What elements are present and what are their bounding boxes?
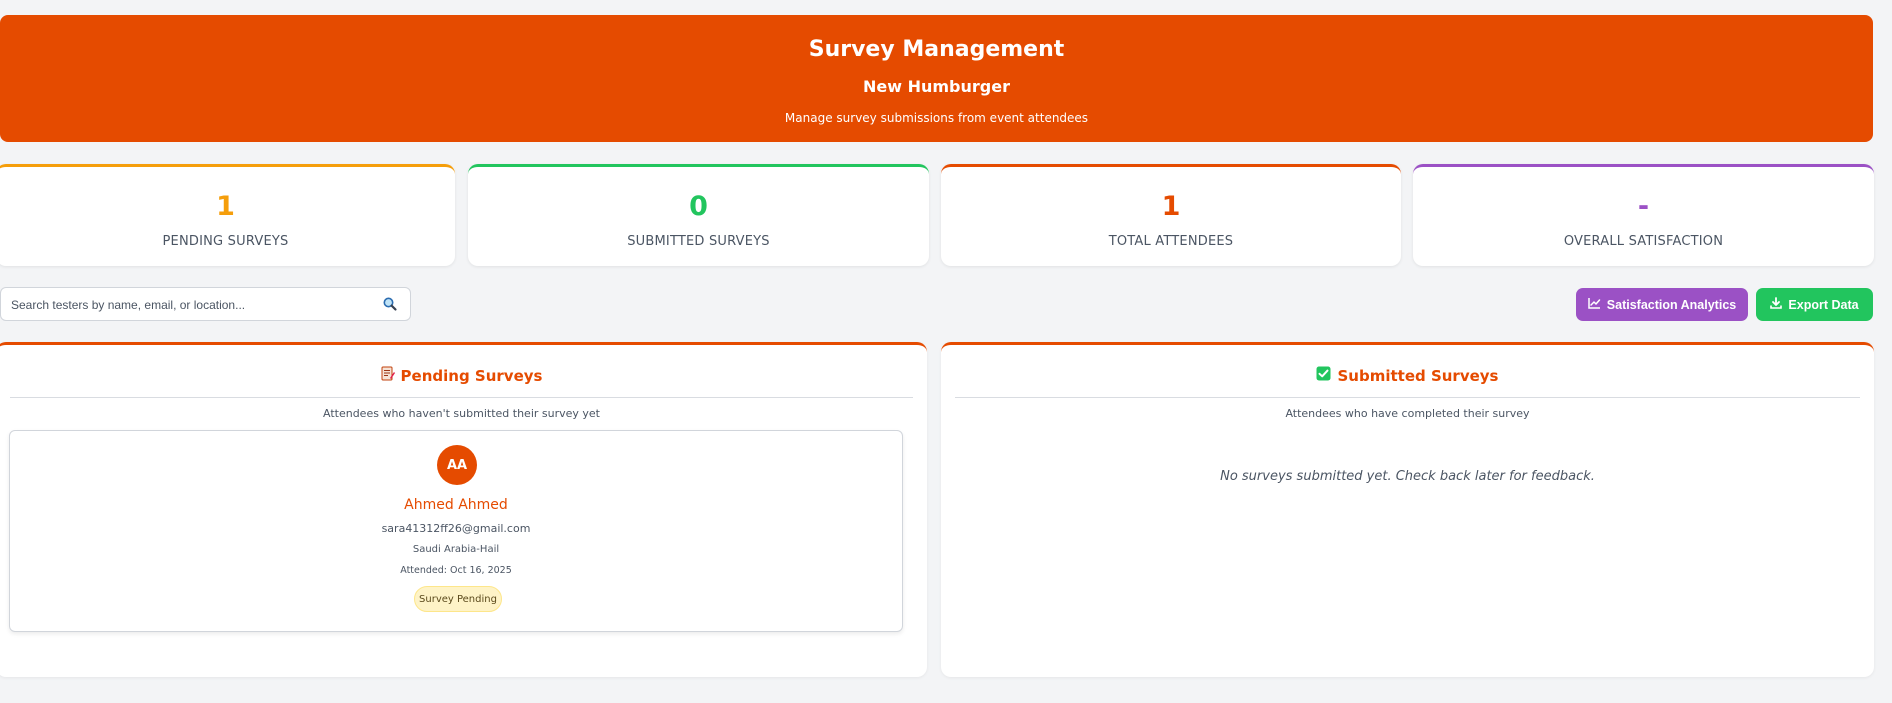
stat-label: PENDING SURVEYS: [162, 234, 289, 249]
satisfaction-analytics-button[interactable]: Satisfaction Analytics: [1576, 288, 1748, 321]
submitted-surveys-panel: Submitted Surveys Attendees who have com…: [941, 342, 1874, 677]
empty-state-message: No surveys submitted yet. Check back lat…: [1220, 469, 1595, 484]
stat-card-satisfaction: - OVERALL SATISFACTION: [1413, 164, 1874, 266]
attendee-card[interactable]: AA Ahmed Ahmed sara41312ff26@gmail.com S…: [9, 430, 903, 632]
stat-card-total-attendees: 1 TOTAL ATTENDEES: [941, 164, 1401, 266]
attendee-location: Saudi Arabia-Hail: [412, 544, 500, 555]
stat-value: 1: [1161, 191, 1181, 222]
search-input[interactable]: [9, 294, 373, 316]
panel-title: Pending Surveys: [0, 366, 927, 385]
stat-value: 1: [216, 191, 235, 222]
divider: [10, 397, 913, 398]
panel-title: Submitted Surveys: [941, 366, 1874, 385]
panel-title-text: Pending Surveys: [400, 366, 543, 385]
status-badge: Survey Pending: [414, 586, 502, 612]
attendee-name: Ahmed Ahmed: [404, 497, 508, 513]
stat-value: -: [1637, 191, 1650, 222]
page-description: Manage survey submissions from event att…: [784, 111, 1089, 125]
attended-date: Attended: Oct 16, 2025: [400, 565, 512, 576]
divider: [955, 397, 1860, 398]
stat-label: OVERALL SATISFACTION: [1563, 234, 1724, 249]
chart-icon: [1588, 297, 1601, 312]
stat-label: TOTAL ATTENDEES: [1108, 234, 1234, 249]
search-icon[interactable]: [382, 296, 398, 312]
panel-description: Attendees who have completed their surve…: [1285, 407, 1530, 420]
panel-title-text: Submitted Surveys: [1337, 366, 1499, 385]
check-box-icon: [1316, 366, 1331, 385]
stat-value: 0: [689, 191, 708, 222]
event-name: New Humburger: [863, 77, 1010, 96]
export-data-button[interactable]: Export Data: [1756, 288, 1873, 321]
memo-icon: [381, 366, 395, 385]
search-box[interactable]: [0, 287, 411, 321]
stat-card-pending: 1 PENDING SURVEYS: [0, 164, 455, 266]
pending-surveys-panel: Pending Surveys Attendees who haven't su…: [0, 342, 927, 677]
page-header: Survey Management New Humburger Manage s…: [0, 15, 1873, 142]
page-title: Survey Management: [808, 37, 1065, 62]
button-label: Satisfaction Analytics: [1606, 297, 1737, 312]
button-label: Export Data: [1788, 297, 1859, 312]
stat-label: SUBMITTED SURVEYS: [627, 234, 770, 249]
attendee-email: sara41312ff26@gmail.com: [381, 522, 531, 535]
avatar: AA: [437, 445, 477, 485]
panel-description: Attendees who haven't submitted their su…: [323, 407, 600, 420]
stat-card-submitted: 0 SUBMITTED SURVEYS: [468, 164, 929, 266]
download-icon: [1770, 297, 1783, 312]
